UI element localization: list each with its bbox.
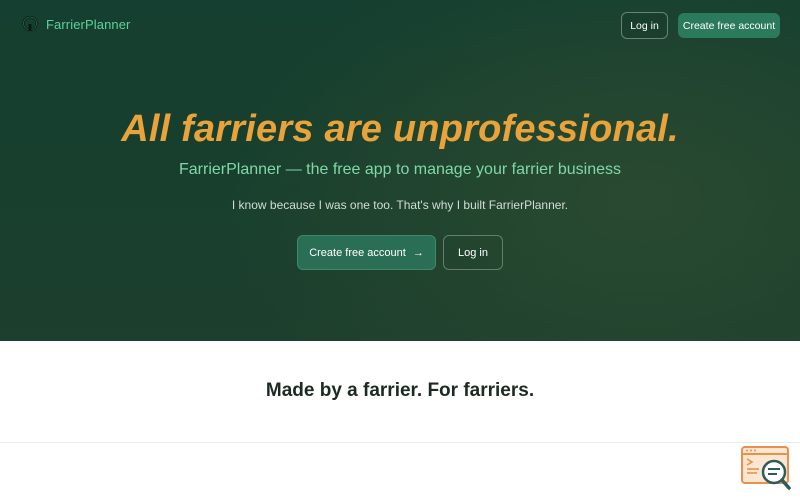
nav-login-button[interactable]: Log in xyxy=(621,12,668,39)
horseshoe-icon xyxy=(22,15,38,32)
nav-create-account-button[interactable]: Create free account xyxy=(678,13,780,38)
hero-section: FarrierPlanner Log in Create free accoun… xyxy=(0,0,800,341)
cta-create-account-button[interactable]: Create free account → xyxy=(297,235,436,270)
brand-logo[interactable]: FarrierPlanner xyxy=(21,15,130,33)
section-divider xyxy=(0,442,800,443)
cta-login-button[interactable]: Log in xyxy=(443,235,503,270)
hero-tagline: I know because I was one too. That's why… xyxy=(231,198,569,212)
section-title: Made by a farrier. For farriers. xyxy=(265,380,535,401)
hero-subheadline: FarrierPlanner — the free app to manage … xyxy=(179,161,621,178)
hero-headline: All farriers are unprofessional. xyxy=(121,108,679,150)
arrow-right-icon: → xyxy=(412,246,424,259)
top-navigation: FarrierPlanner Log in Create free accoun… xyxy=(0,0,800,50)
search-console-icon[interactable] xyxy=(741,445,793,493)
cta-create-label: Create free account xyxy=(309,246,406,259)
brand-name: FarrierPlanner xyxy=(46,16,131,32)
